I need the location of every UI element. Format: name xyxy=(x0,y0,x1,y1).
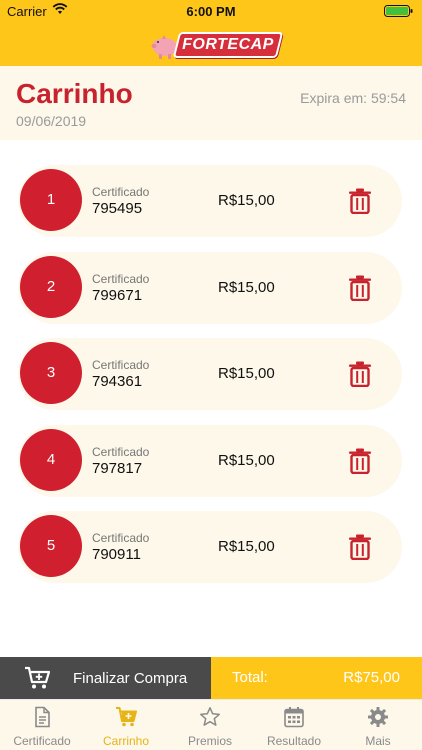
trash-icon[interactable] xyxy=(348,361,372,387)
finalize-label: Finalizar Compra xyxy=(73,670,188,687)
certificate-number: 797817 xyxy=(92,460,143,477)
cart-date: 09/06/2019 xyxy=(16,113,87,129)
battery-icon xyxy=(384,5,413,17)
item-price: R$15,00 xyxy=(218,452,275,469)
tab-premios[interactable]: Premios xyxy=(168,700,252,750)
cart-item: 2 Certificado 799671 R$15,00 xyxy=(18,252,402,324)
trash-icon[interactable] xyxy=(348,534,372,560)
certificate-number: 794361 xyxy=(92,373,143,390)
cart-item: 3 Certificado 794361 R$15,00 xyxy=(18,338,402,410)
status-bar: Carrier 6:00 PM xyxy=(0,0,422,22)
document-icon xyxy=(35,706,50,728)
certificate-number: 799671 xyxy=(92,287,143,304)
item-index-badge: 5 xyxy=(20,515,82,577)
logo-badge: FORTECAP xyxy=(172,32,284,58)
tab-label: Premios xyxy=(187,734,232,748)
total-value: R$75,00 xyxy=(343,669,400,686)
expiration-timer: Expira em: 59:54 xyxy=(300,90,406,106)
item-index-badge: 1 xyxy=(20,169,82,231)
checkout-bar: Finalizar Compra Total: R$75,00 xyxy=(0,657,422,699)
status-time: 6:00 PM xyxy=(186,4,236,19)
cart-item: 5 Certificado 790911 R$15,00 xyxy=(18,511,402,583)
tab-resultado[interactable]: Resultado xyxy=(252,700,336,750)
finalize-purchase-button[interactable]: Finalizar Compra xyxy=(0,657,211,699)
certificate-number: 795495 xyxy=(92,200,143,217)
total-label: Total: xyxy=(232,669,268,686)
certificate-label: Certificado xyxy=(92,531,150,545)
item-price: R$15,00 xyxy=(218,192,275,209)
logo-text: FORTECAP xyxy=(182,36,274,53)
item-price: R$15,00 xyxy=(218,365,275,382)
tab-label: Carrinho xyxy=(102,734,150,748)
star-icon xyxy=(200,707,220,726)
trash-icon[interactable] xyxy=(348,448,372,474)
gear-icon xyxy=(368,707,388,727)
tab-carrinho[interactable]: Carrinho xyxy=(84,700,168,750)
cart-header: Carrinho 09/06/2019 Expira em: 59:54 xyxy=(0,66,422,140)
tab-label: Resultado xyxy=(266,734,322,748)
certificate-number: 790911 xyxy=(92,546,141,563)
trash-icon[interactable] xyxy=(348,275,372,301)
certificate-label: Certificado xyxy=(92,272,150,286)
certificate-label: Certificado xyxy=(92,185,150,199)
item-price: R$15,00 xyxy=(218,538,275,555)
trash-icon[interactable] xyxy=(348,188,372,214)
add-to-cart-icon xyxy=(25,666,50,689)
item-index-badge: 2 xyxy=(20,256,82,318)
certificate-label: Certificado xyxy=(92,358,150,372)
item-price: R$15,00 xyxy=(218,279,275,296)
tab-mais[interactable]: Mais xyxy=(336,700,420,750)
tab-label: Mais xyxy=(365,734,391,748)
tab-bar: Certificado Carrinho Premios Resultado M… xyxy=(0,699,422,750)
cart-item: 1 Certificado 795495 R$15,00 xyxy=(18,165,402,237)
item-index-badge: 3 xyxy=(20,342,82,404)
brand-logo: FORTECAP xyxy=(150,28,284,64)
tab-certificado[interactable]: Certificado xyxy=(0,700,84,750)
certificate-label: Certificado xyxy=(92,445,150,459)
tab-label: Certificado xyxy=(13,734,71,748)
page-title: Carrinho xyxy=(16,78,133,109)
cart-item: 4 Certificado 797817 R$15,00 xyxy=(18,425,402,497)
calendar-icon xyxy=(284,707,304,728)
app-header: Carrier 6:00 PM FORTECAP xyxy=(0,0,422,66)
item-index-badge: 4 xyxy=(20,429,82,491)
total-panel: Total: R$75,00 xyxy=(211,657,422,699)
cart-icon xyxy=(116,707,137,727)
